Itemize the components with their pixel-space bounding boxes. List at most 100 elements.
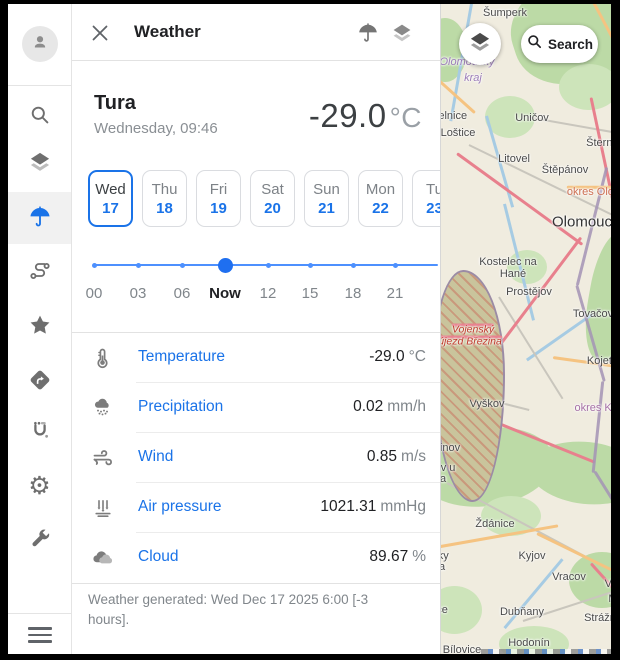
map-label: Kostelec na: [479, 256, 536, 268]
close-icon[interactable]: [88, 21, 112, 45]
map-attribution: [481, 649, 611, 654]
sidebar-item-weather[interactable]: [8, 195, 71, 239]
map-search-button[interactable]: Search: [521, 25, 598, 63]
map-label: Šumperk: [483, 7, 527, 19]
map-label: kraj: [464, 72, 482, 84]
map-label: Uničov: [515, 112, 549, 124]
time-label: 18: [345, 285, 362, 302]
profile-button[interactable]: [22, 26, 58, 62]
thermometer-icon: [91, 346, 115, 370]
sidebar-item-search[interactable]: [8, 93, 71, 137]
time-tick: [351, 263, 356, 268]
search-icon: [526, 33, 543, 55]
time-tick: [393, 263, 398, 268]
sidebar-item-navigation[interactable]: [8, 358, 71, 402]
map-label: Bílovice: [443, 644, 482, 654]
sidebar-item-directions[interactable]: [8, 249, 71, 293]
sidebar-divider: [8, 85, 71, 86]
map-label: Šternberk: [586, 137, 611, 149]
map-label: Tovačov: [573, 308, 611, 320]
time-tick: [136, 263, 141, 268]
map-label: Prostějov: [506, 286, 552, 298]
map[interactable]: ŠumperkOlomouckýkrajMohelniceLošticeUnič…: [441, 4, 611, 654]
sidebar-item-menu[interactable]: [8, 613, 71, 654]
map-label: okres Olomo: [567, 186, 611, 189]
map-label: Vracov: [552, 571, 586, 583]
gear-icon: ⚙: [28, 474, 50, 499]
map-label: Strážnice: [584, 612, 611, 624]
map-label: a: [441, 473, 446, 485]
day-card-mon[interactable]: Mon22: [358, 170, 403, 227]
precipitation-icon: [91, 396, 115, 420]
location-name: Tura: [94, 92, 136, 115]
map-label: okres Kro: [574, 402, 611, 414]
umbrella-icon: [27, 204, 53, 230]
map-layers-button[interactable]: [459, 23, 501, 65]
time-tick: [180, 263, 185, 268]
metric-row-precipitation: Precipitation 0.02mm/h: [72, 383, 440, 433]
metric-row-cloud: Cloud 89.67%: [72, 533, 440, 583]
wind-icon: [91, 446, 115, 470]
map-search-label: Search: [548, 37, 593, 52]
route-icon: [28, 259, 52, 283]
time-label: 21: [387, 285, 404, 302]
hamburger-icon: [28, 627, 52, 643]
sidebar-item-configure[interactable]: [8, 517, 71, 561]
app-window: ⚙ Weather Tura Wednesday, 09:46: [8, 4, 611, 654]
map-label: Dubňany: [500, 606, 544, 618]
map-label: ce: [441, 604, 448, 616]
day-card-fri[interactable]: Fri19: [196, 170, 241, 227]
divider: [72, 583, 440, 584]
weather-panel: Weather Tura Wednesday, 09:46 -29.0°C We…: [72, 4, 441, 654]
map-label: Loštice: [441, 127, 475, 139]
time-tick: [92, 263, 97, 268]
map-label: inov: [441, 442, 460, 454]
day-card-sun[interactable]: Sun21: [304, 170, 349, 227]
star-icon: [27, 312, 53, 338]
time-label: 00: [86, 285, 103, 302]
map-label: Vojenský: [452, 324, 494, 327]
time-slider-thumb[interactable]: [218, 258, 233, 273]
location-datetime: Wednesday, 09:46: [94, 120, 218, 137]
weather-generated-note: Weather generated: Wed Dec 17 2025 6:00 …: [88, 590, 393, 630]
sidebar-item-layers[interactable]: [8, 140, 71, 184]
map-label: Mohelnice: [441, 110, 467, 122]
map-label: Kojetín: [587, 355, 611, 367]
time-label: 03: [130, 285, 147, 302]
day-card-tue[interactable]: Tu23: [412, 170, 441, 227]
metric-row-wind: Wind 0.85m/s: [72, 433, 440, 483]
day-card-wed[interactable]: Wed17: [88, 170, 133, 227]
panel-title: Weather: [134, 22, 201, 42]
time-label: 12: [260, 285, 277, 302]
sidebar-item-favorites[interactable]: [8, 303, 71, 347]
metric-row-air-pressure: Air pressure 1021.31mmHg: [72, 483, 440, 533]
map-label: Ždánice: [475, 518, 514, 530]
time-label: 15: [302, 285, 319, 302]
map-label: M: [608, 593, 611, 605]
pressure-icon: [91, 496, 115, 520]
search-icon: [28, 103, 52, 127]
map-label: Hané: [500, 268, 526, 280]
day-card-sat[interactable]: Sat20: [250, 170, 295, 227]
navigation-icon: [27, 367, 53, 393]
day-card-thu[interactable]: Thu18: [142, 170, 187, 227]
layers-icon: [467, 29, 493, 60]
sidebar-item-settings[interactable]: ⚙: [8, 464, 71, 508]
magnet-icon: [28, 419, 52, 443]
metric-row-temperature: Temperature -29.0°C: [72, 333, 440, 383]
wrench-icon: [28, 527, 52, 551]
map-label: Ve: [605, 578, 611, 590]
map-label: Olomouc: [552, 214, 611, 231]
layers-icon[interactable]: [390, 21, 414, 45]
umbrella-icon[interactable]: [356, 21, 380, 45]
map-label: Štěpánov: [542, 164, 588, 176]
layers-icon: [27, 149, 53, 175]
cloud-icon: [91, 546, 115, 570]
time-label-now: Now: [209, 285, 241, 302]
time-tick: [266, 263, 271, 268]
map-label: Vyškov: [469, 398, 504, 410]
map-label: újezd Březina: [441, 336, 502, 339]
sidebar-item-tracking[interactable]: [8, 409, 71, 453]
panel-header: Weather: [72, 4, 440, 61]
sidebar: ⚙: [8, 4, 72, 654]
